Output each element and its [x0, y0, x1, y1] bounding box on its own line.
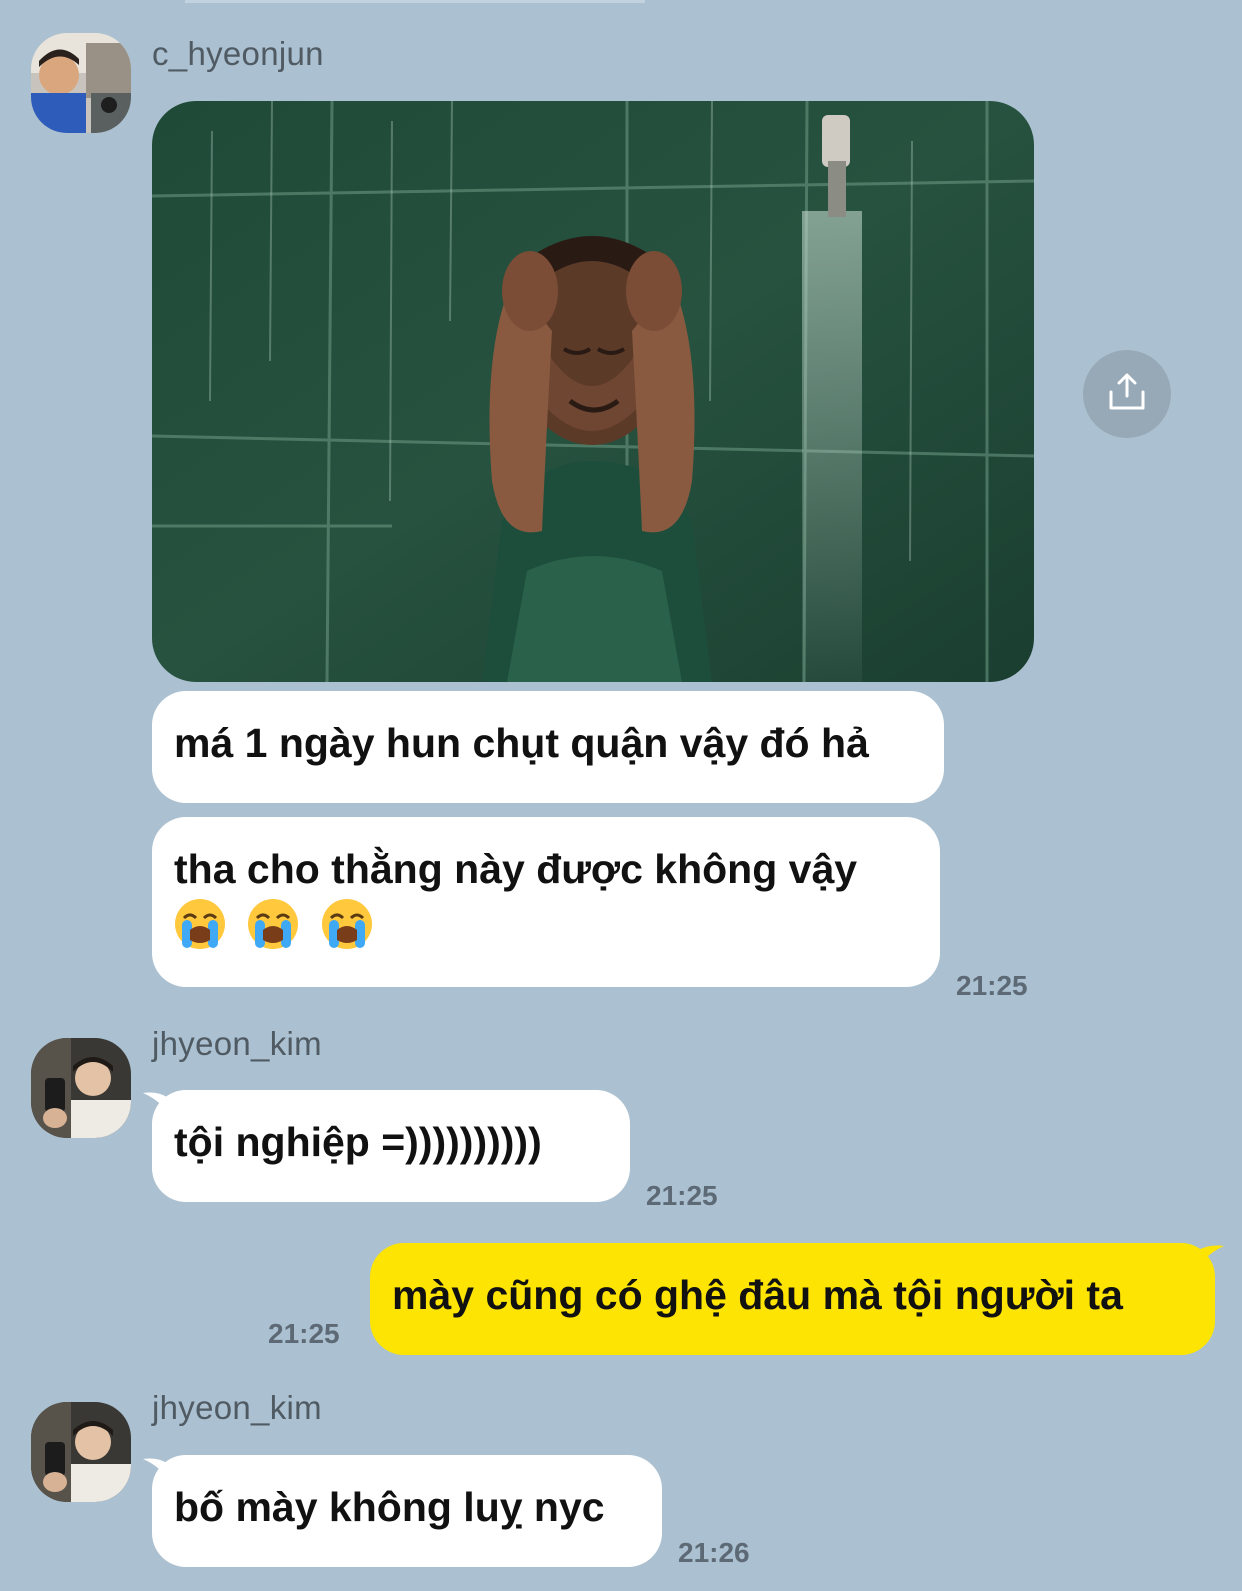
message-bubble[interactable]: tha cho thằng này được không vậy: [152, 817, 940, 987]
share-icon: [1107, 372, 1147, 417]
bubble-tail: [1198, 1245, 1224, 1266]
sender-name: jhyeon_kim: [152, 1025, 322, 1062]
message-bubble[interactable]: má 1 ngày hun chụt quận vậy đó hả: [152, 691, 944, 803]
message-time: 21:25: [956, 970, 1028, 1001]
message-text: má 1 ngày hun chụt quận vậy đó hả: [174, 720, 869, 766]
loudly-crying-face-icon: [247, 898, 299, 950]
outgoing-message-bubble[interactable]: mày cũng có ghệ đâu mà tội người ta: [370, 1243, 1215, 1355]
message-bubble[interactable]: bố mày không luỵ nyc: [152, 1455, 662, 1567]
message-text: tha cho thằng này được không vậy: [174, 846, 858, 892]
avatar[interactable]: [31, 1038, 131, 1138]
message-text: mày cũng có ghệ đâu mà tội người ta: [392, 1272, 1123, 1318]
divider: [185, 0, 645, 3]
message-text: tội nghiệp =)))))))))): [174, 1119, 542, 1165]
sender-name: c_hyeonjun: [152, 35, 324, 72]
message-text: bố mày không luỵ nyc: [174, 1484, 605, 1530]
avatar[interactable]: [31, 1402, 131, 1502]
loudly-crying-face-icon: [174, 898, 226, 950]
avatar[interactable]: [31, 33, 131, 133]
message-bubble[interactable]: tội nghiệp =)))))))))): [152, 1090, 630, 1202]
message-time: 21:25: [646, 1180, 718, 1211]
message-time: 21:25: [268, 1318, 340, 1349]
loudly-crying-face-icon: [321, 898, 373, 950]
emoji-row: [174, 895, 918, 950]
sender-name: jhyeon_kim: [152, 1389, 322, 1426]
message-time: 21:26: [678, 1537, 750, 1568]
share-button[interactable]: [1083, 350, 1171, 438]
shared-photo[interactable]: [152, 101, 1034, 682]
